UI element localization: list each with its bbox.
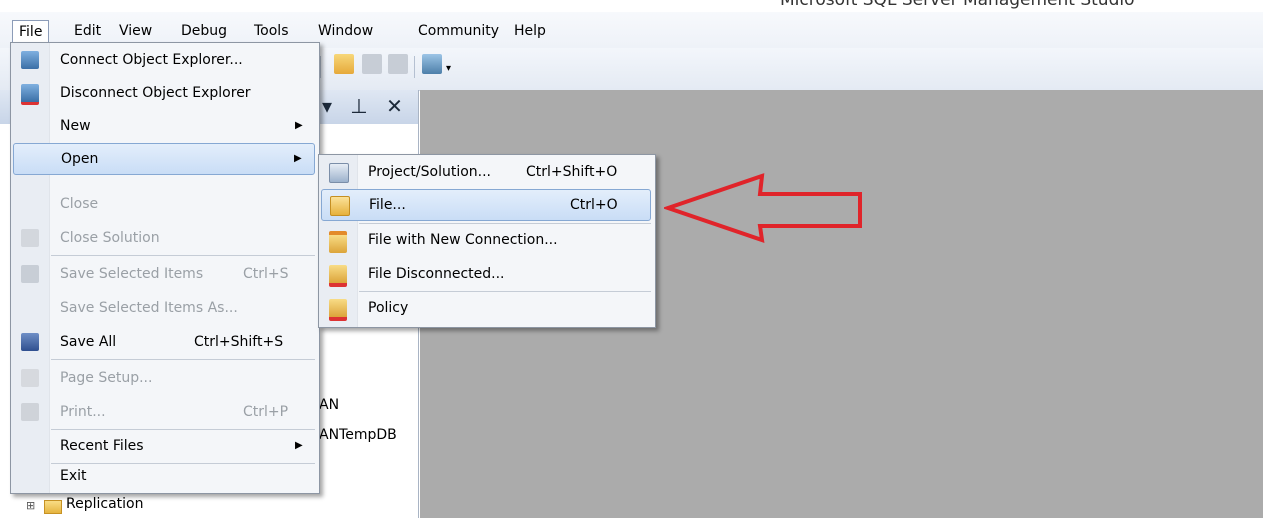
policy-icon: [329, 299, 347, 321]
menu-view[interactable]: View: [113, 20, 158, 42]
menu-item-label: File...: [369, 197, 406, 213]
menu-item-shortcut: Ctrl+S: [243, 266, 289, 282]
open-submenu: Project/Solution... Ctrl+Shift+O File...…: [318, 154, 656, 328]
tree-node-partial[interactable]: AN: [319, 397, 339, 413]
menu-tools[interactable]: Tools: [248, 20, 295, 42]
menu-item-label: Close Solution: [60, 230, 160, 246]
file-disconnected-icon: [329, 265, 347, 287]
disconnect-icon: [21, 84, 39, 105]
menu-item-close[interactable]: Close: [13, 189, 315, 219]
menu-item-open[interactable]: Open ▶: [13, 143, 315, 175]
menu-separator: [51, 359, 315, 360]
print-icon[interactable]: [388, 54, 408, 74]
menu-item-disconnect-object-explorer[interactable]: Disconnect Object Explorer: [13, 78, 315, 108]
menu-item-label: Close: [60, 196, 99, 212]
menu-item-label: Open: [61, 151, 99, 167]
window-title-strip: Microsoft SQL Server Management Studio: [0, 0, 1263, 12]
toolbar-separator: [320, 56, 321, 78]
menu-item-label: Project/Solution...: [368, 164, 491, 180]
menu-item-shortcut: Ctrl+P: [243, 404, 289, 420]
menu-item-connect-object-explorer[interactable]: Connect Object Explorer...: [13, 45, 315, 75]
menu-item-label: File with New Connection...: [368, 232, 558, 248]
menu-item-shortcut: Ctrl+Shift+O: [526, 164, 618, 180]
menu-item-policy[interactable]: Policy: [321, 293, 651, 323]
menu-separator: [51, 255, 315, 256]
menu-item-save-selected-items[interactable]: Save Selected Items Ctrl+S: [13, 259, 315, 289]
toolbar-separator: [414, 56, 415, 78]
menu-help[interactable]: Help: [508, 20, 552, 42]
menu-item-page-setup[interactable]: Page Setup...: [13, 363, 315, 393]
open-file-icon[interactable]: [334, 54, 354, 74]
menu-item-label: Save Selected Items: [60, 266, 204, 282]
menu-item-print[interactable]: Print... Ctrl+P: [13, 397, 315, 427]
menu-community[interactable]: Community: [412, 20, 505, 42]
menu-item-file-with-new-connection[interactable]: File with New Connection...: [321, 225, 651, 255]
save-icon[interactable]: [362, 54, 382, 74]
menu-item-label: Disconnect Object Explorer: [60, 85, 251, 101]
menu-item-label: Page Setup...: [60, 370, 153, 386]
submenu-arrow-icon: ▶: [295, 440, 303, 451]
annotation-arrow-icon: [664, 173, 862, 243]
save-all-icon: [21, 333, 39, 351]
menu-separator: [359, 291, 651, 292]
submenu-arrow-icon: ▶: [294, 153, 302, 164]
tree-item-replication[interactable]: Replication: [66, 496, 143, 512]
print-icon: [21, 403, 39, 421]
open-folder-icon: [330, 196, 350, 216]
menu-item-label: Policy: [368, 300, 409, 316]
menu-debug[interactable]: Debug: [175, 20, 233, 42]
activity-monitor-icon[interactable]: [422, 54, 442, 74]
close-solution-icon: [21, 229, 39, 247]
menu-item-label: Print...: [60, 404, 106, 420]
file-new-connection-icon: [329, 231, 347, 253]
menu-item-label: Save All: [60, 334, 117, 350]
menu-item-project-solution[interactable]: Project/Solution... Ctrl+Shift+O: [321, 157, 651, 187]
menu-item-file-disconnected[interactable]: File Disconnected...: [321, 259, 651, 289]
pane-controls[interactable]: ▾ ⊥ ✕: [322, 94, 409, 118]
menu-edit[interactable]: Edit: [68, 20, 107, 42]
toolbar-overflow-icon[interactable]: ▾: [446, 54, 458, 74]
menu-item-save-all[interactable]: Save All Ctrl+Shift+S: [13, 327, 315, 357]
file-menu: Connect Object Explorer... Disconnect Ob…: [10, 42, 320, 494]
menu-item-label: New: [60, 118, 91, 134]
menu-item-save-selected-items-as[interactable]: Save Selected Items As...: [13, 293, 315, 323]
submenu-arrow-icon: ▶: [295, 120, 303, 131]
project-solution-icon: [329, 163, 349, 183]
window-title: Microsoft SQL Server Management Studio: [780, 0, 1135, 10]
menu-separator: [359, 223, 651, 224]
menu-window[interactable]: Window: [312, 20, 379, 42]
menu-item-recent-files[interactable]: Recent Files ▶: [13, 431, 315, 461]
menu-item-label: Recent Files: [60, 438, 144, 454]
menu-item-close-solution[interactable]: Close Solution: [13, 223, 315, 253]
save-icon: [21, 265, 39, 283]
menu-item-label: Save Selected Items As...: [60, 300, 238, 316]
connect-icon: [21, 51, 39, 69]
menu-item-exit[interactable]: Exit: [13, 461, 315, 491]
menu-item-shortcut: Ctrl+Shift+S: [194, 334, 284, 350]
menu-item-label: Connect Object Explorer...: [60, 52, 243, 68]
page-setup-icon: [21, 369, 39, 387]
tree-expander-icon[interactable]: ⊞: [26, 499, 35, 512]
menu-item-label: File Disconnected...: [368, 266, 505, 282]
menu-separator: [51, 429, 315, 430]
menu-item-new[interactable]: New ▶: [13, 111, 315, 141]
menu-item-file[interactable]: File... Ctrl+O: [321, 189, 651, 221]
menu-item-shortcut: Ctrl+O: [570, 197, 618, 213]
menu-item-label: Exit: [60, 468, 87, 484]
folder-icon: [44, 500, 62, 514]
tree-node-partial[interactable]: ANTempDB: [319, 427, 397, 443]
